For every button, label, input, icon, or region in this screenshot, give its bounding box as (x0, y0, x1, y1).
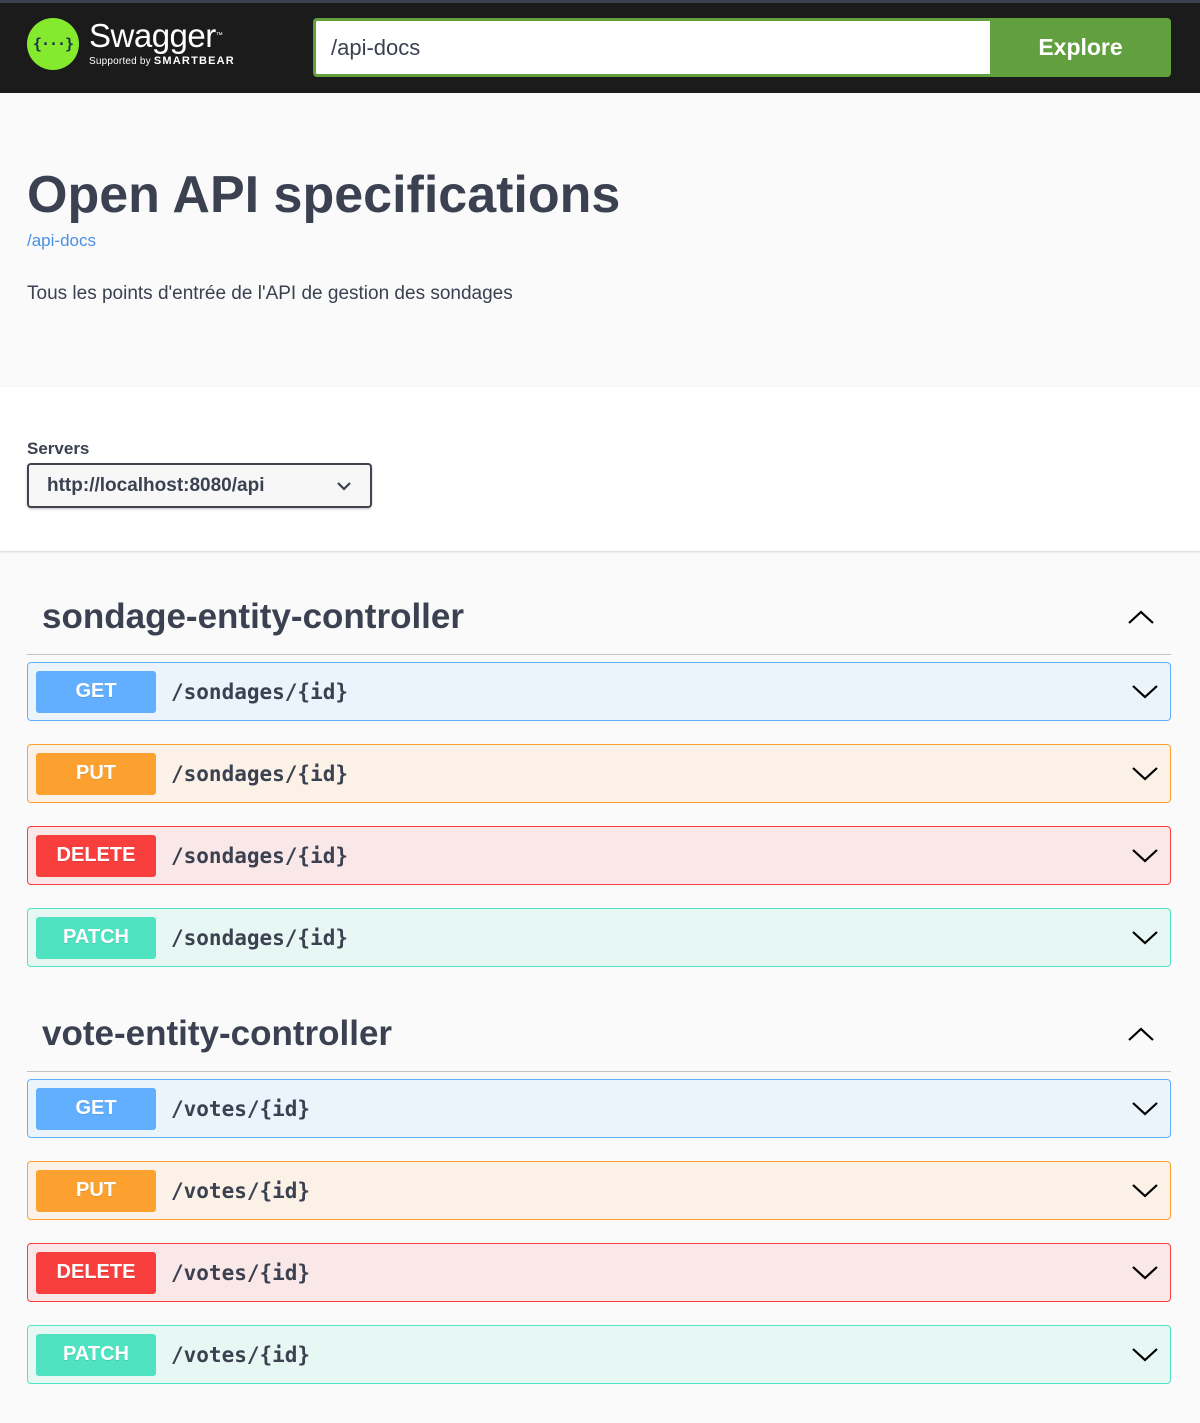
operation-path: /votes/{id} (171, 1178, 311, 1203)
spec-url-link[interactable]: /api-docs (27, 231, 1173, 251)
tag-name: sondage-entity-controller (42, 596, 464, 636)
chevron-down-icon[interactable] (1130, 841, 1160, 871)
operation-path: /votes/{id} (171, 1096, 311, 1121)
operation-patch-row[interactable]: PATCH/votes/{id} (27, 1325, 1171, 1384)
tag-section: sondage-entity-controller GET/sondages/{i… (27, 579, 1171, 967)
method-badge: GET (36, 670, 156, 713)
topbar-strip (0, 0, 1200, 3)
api-description: Tous les points d'entrée de l'API de ges… (27, 283, 513, 304)
chevron-down-icon (337, 481, 351, 491)
logo-subtitle: Supported by SMARTBEAR (89, 55, 235, 67)
chevron-up-icon[interactable] (1126, 1019, 1156, 1049)
method-badge: PATCH (36, 1333, 156, 1376)
operation-path: /votes/{id} (171, 1260, 311, 1285)
method-badge: PATCH (36, 916, 156, 959)
operation-delete-row[interactable]: DELETE/sondages/{id} (27, 826, 1171, 885)
swagger-logo[interactable]: {···} Swagger™ Supported by SMARTBEAR (27, 18, 235, 70)
chevron-down-icon[interactable] (1130, 1094, 1160, 1124)
chevron-down-icon[interactable] (1130, 677, 1160, 707)
swagger-braces-icon: {···} (27, 18, 79, 70)
page-title: Open API specifications (27, 166, 621, 224)
operation-path: /sondages/{id} (171, 761, 349, 786)
logo-supported-by: Supported by (89, 56, 151, 67)
url-input[interactable] (313, 18, 990, 77)
operation-put-row[interactable]: PUT/sondages/{id} (27, 744, 1171, 803)
tag-header[interactable]: sondage-entity-controller (27, 579, 1171, 655)
tag-name: vote-entity-controller (42, 1013, 393, 1053)
servers-section: Servers http://localhost:8080/api (0, 387, 1200, 551)
operation-patch-row[interactable]: PATCH/sondages/{id} (27, 908, 1171, 967)
chevron-down-icon[interactable] (1130, 1176, 1160, 1206)
logo-brand: SMARTBEAR (153, 55, 235, 67)
explore-button[interactable]: Explore (990, 18, 1171, 77)
method-badge: DELETE (36, 1251, 156, 1294)
info-section: Open API specifications /api-docs Tous l… (0, 93, 1200, 387)
server-selected-value: http://localhost:8080/api (47, 474, 265, 496)
operations-list: GET/sondages/{id} PUT/sondages/{id} DELETE… (27, 655, 1171, 967)
operation-path: /sondages/{id} (171, 679, 349, 704)
chevron-down-icon[interactable] (1130, 1258, 1160, 1288)
download-url-form: Explore (313, 18, 1171, 77)
method-badge: DELETE (36, 834, 156, 877)
logo-tm: ™ (215, 32, 223, 39)
tags-container: sondage-entity-controller GET/sondages/{i… (27, 579, 1171, 1384)
tag-header[interactable]: vote-entity-controller (27, 996, 1171, 1072)
operations-list: GET/votes/{id} PUT/votes/{id} DELETE/votes… (27, 1072, 1171, 1384)
operation-get-row[interactable]: GET/sondages/{id} (27, 662, 1171, 721)
operations-content: sondage-entity-controller GET/sondages/{i… (0, 551, 1200, 1384)
tag-section: vote-entity-controller GET/votes/{id} PUT /… (27, 996, 1171, 1384)
operation-path: /votes/{id} (171, 1342, 311, 1367)
topbar: {···} Swagger™ Supported by SMARTBEAR Ex… (0, 0, 1200, 93)
operation-path: /sondages/{id} (171, 843, 349, 868)
chevron-down-icon[interactable] (1130, 923, 1160, 953)
logo-name: Swagger (89, 17, 216, 54)
operation-delete-row[interactable]: DELETE/votes/{id} (27, 1243, 1171, 1302)
operation-get-row[interactable]: GET/votes/{id} (27, 1079, 1171, 1138)
chevron-down-icon[interactable] (1130, 1340, 1160, 1370)
servers-label: Servers (27, 439, 90, 458)
method-badge: PUT (36, 752, 156, 795)
method-badge: PUT (36, 1169, 156, 1212)
logo-text: Swagger™ Supported by SMARTBEAR (89, 17, 235, 68)
operation-path: /sondages/{id} (171, 925, 349, 950)
method-badge: GET (36, 1087, 156, 1130)
server-select[interactable]: http://localhost:8080/api (27, 463, 372, 508)
chevron-up-icon[interactable] (1126, 602, 1156, 632)
chevron-down-icon[interactable] (1130, 759, 1160, 789)
operation-put-row[interactable]: PUT/votes/{id} (27, 1161, 1171, 1220)
